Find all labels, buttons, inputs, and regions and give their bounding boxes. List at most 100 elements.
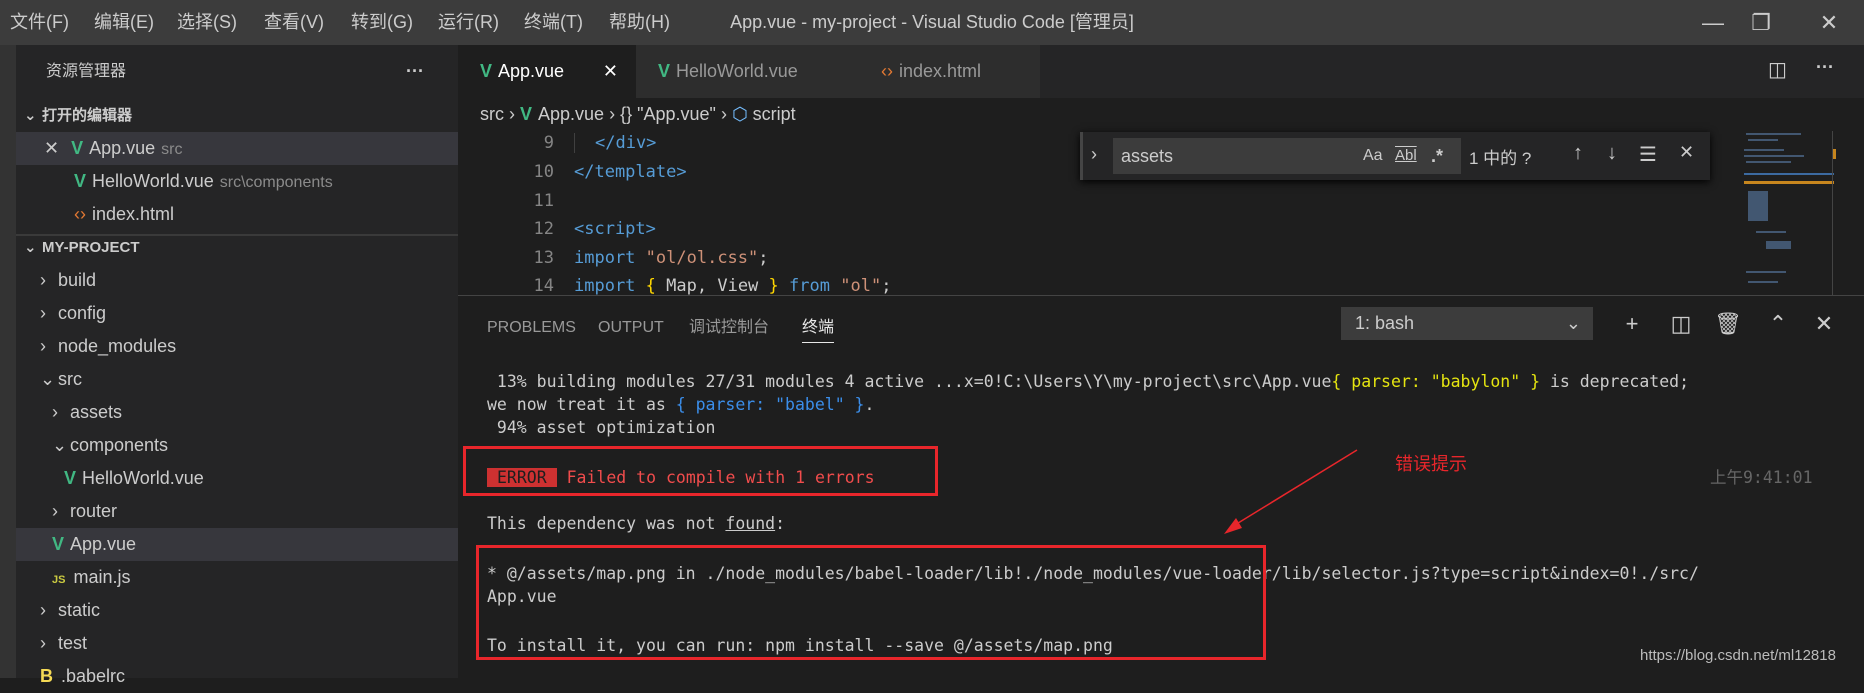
menu-edit[interactable]: 编辑(E) — [94, 0, 154, 45]
more-actions-button[interactable]: ··· — [406, 55, 446, 88]
close-panel-icon[interactable]: ✕ — [1807, 307, 1841, 340]
cube-icon: ⬡ — [731, 104, 748, 124]
tab-index-html[interactable]: ‹› index.html — [859, 45, 1040, 98]
text: 13% building modules 27/31 modules 4 act… — [487, 372, 1332, 391]
text: This dependency was not — [487, 514, 726, 533]
timestamp: 上午9:41:01 — [1710, 468, 1813, 487]
breadcrumb-module[interactable]: {} "App.vue" — [620, 104, 716, 124]
regex-toggle[interactable]: .* — [1431, 138, 1443, 174]
toggle-replace-icon[interactable]: › — [1091, 144, 1097, 165]
tree-item[interactable]: › router — [16, 495, 458, 528]
tab-debug-console[interactable]: 调试控制台 — [689, 314, 769, 342]
menu-go[interactable]: 转到(G) — [351, 0, 413, 45]
menu-terminal[interactable]: 终端(T) — [524, 0, 583, 45]
tab-terminal[interactable]: 终端 — [802, 314, 835, 343]
open-editors-header[interactable]: ⌄ 打开的编辑器 — [16, 99, 458, 132]
more-actions-icon[interactable]: ··· — [1816, 57, 1834, 78]
find-in-selection-icon[interactable]: ☰ — [1639, 142, 1657, 167]
tree-item[interactable]: › node_modules — [16, 330, 458, 363]
breadcrumb-src[interactable]: src — [480, 104, 504, 124]
text: : — [775, 514, 786, 533]
tree-item[interactable]: › static — [16, 594, 458, 627]
tree-item[interactable]: ⌄ src — [16, 363, 458, 396]
minimize-button[interactable]: — — [1688, 0, 1738, 45]
match-case-toggle[interactable]: Aa — [1363, 138, 1383, 174]
close-icon[interactable]: ✕ — [44, 138, 59, 158]
tree-item-label: config — [58, 303, 107, 323]
split-terminal-icon[interactable]: ◫ — [1664, 307, 1698, 340]
chevron-right-icon: › — [40, 303, 46, 323]
maximize-panel-icon[interactable]: ⌃ — [1761, 307, 1795, 340]
vue-icon: V — [64, 468, 77, 488]
code-text: </template> — [574, 162, 687, 182]
code-line: 13 import "ol/ol.css"; — [458, 244, 769, 273]
file-path: src — [161, 141, 183, 158]
tree-item[interactable]: JS main.js — [16, 561, 458, 594]
tree-item[interactable]: V HelloWorld.vue — [16, 462, 458, 495]
tree-item[interactable]: › assets — [16, 396, 458, 429]
tree-item-label: main.js — [73, 567, 131, 587]
terminal-line: 13% building modules 27/31 modules 4 act… — [487, 370, 1689, 393]
file-name: index.html — [92, 204, 175, 224]
chevron-down-icon: ⌄ — [40, 369, 56, 389]
open-editor-helloworld[interactable]: V HelloWorld.vue src\components — [16, 165, 458, 198]
trash-icon[interactable]: 🗑 — [1711, 307, 1745, 340]
open-editor-index-html[interactable]: ‹› index.html — [16, 198, 458, 231]
code-keyword: import — [574, 248, 636, 268]
tree-item-label: router — [70, 501, 118, 521]
menu-view[interactable]: 查看(V) — [264, 0, 324, 45]
breadcrumb-app-vue[interactable]: App.vue — [538, 104, 604, 124]
tab-label: App.vue — [498, 61, 565, 81]
project-header[interactable]: ⌄ MY-PROJECT — [16, 231, 458, 264]
tab-label: index.html — [899, 61, 982, 81]
previous-match-icon[interactable]: ↑ — [1573, 142, 1583, 165]
close-find-icon[interactable]: ✕ — [1679, 142, 1694, 163]
chevron-down-icon: ⌄ — [24, 107, 37, 124]
file-path: src\components — [219, 174, 333, 191]
menu-help[interactable]: 帮助(H) — [609, 0, 670, 45]
menu-file[interactable]: 文件(F) — [10, 0, 69, 45]
tree-item-label: static — [58, 600, 101, 620]
tab-helloworld-vue[interactable]: V HelloWorld.vue — [636, 45, 859, 98]
open-editors-label: 打开的编辑器 — [42, 107, 133, 124]
line-number: 14 — [533, 276, 554, 295]
split-editor-icon[interactable]: ◫ — [1768, 57, 1787, 82]
close-icon[interactable]: ✕ — [603, 45, 618, 98]
tree-item[interactable]: B .babelrc — [16, 660, 458, 693]
find-result-count: 1 中的 ? — [1469, 149, 1532, 168]
terminal-select-value: 1: bash — [1355, 313, 1415, 333]
restore-button[interactable]: ❐ — [1736, 0, 1786, 45]
next-match-icon[interactable]: ↓ — [1607, 142, 1617, 165]
tab-problems[interactable]: PROBLEMS — [487, 314, 576, 342]
tab-app-vue[interactable]: V App.vue ✕ — [458, 45, 636, 98]
tree-item[interactable]: › config — [16, 297, 458, 330]
vue-icon: V — [520, 104, 533, 124]
code-identifiers: Map, View — [666, 276, 759, 295]
breadcrumb-script[interactable]: script — [753, 104, 796, 124]
code-string: "ol" — [840, 276, 882, 295]
whole-word-toggle[interactable]: Abl — [1395, 138, 1417, 174]
menu-run[interactable]: 运行(R) — [438, 0, 499, 45]
tree-item[interactable]: › build — [16, 264, 458, 297]
chevron-right-icon: › — [40, 270, 46, 290]
tree-item-label: App.vue — [70, 534, 137, 554]
tree-item[interactable]: ⌄ components — [16, 429, 458, 462]
new-terminal-icon[interactable]: + — [1615, 307, 1649, 340]
tree-item[interactable]: › test — [16, 627, 458, 660]
file-name: HelloWorld.vue — [92, 171, 214, 191]
minimap[interactable] — [1736, 131, 1836, 295]
menu-selection[interactable]: 选择(S) — [177, 0, 237, 45]
vue-icon: V — [74, 171, 87, 191]
terminal-select[interactable]: 1: bash ⌄ — [1341, 307, 1593, 340]
line-number: 9 — [543, 133, 554, 153]
chevron-right-icon: › — [52, 402, 58, 422]
open-editor-app-vue[interactable]: ✕ V App.vue src — [16, 132, 458, 165]
find-input[interactable]: assets Aa Abl .* — [1113, 138, 1461, 174]
tab-output[interactable]: OUTPUT — [598, 314, 664, 342]
code-keyword: from — [789, 276, 830, 295]
close-window-button[interactable]: ✕ — [1804, 0, 1854, 45]
code-string: "ol/ol.css" — [645, 248, 759, 268]
explorer-title: 资源管理器 — [46, 63, 127, 80]
find-value: assets — [1121, 146, 1174, 166]
tree-item[interactable]: V App.vue — [16, 528, 458, 561]
